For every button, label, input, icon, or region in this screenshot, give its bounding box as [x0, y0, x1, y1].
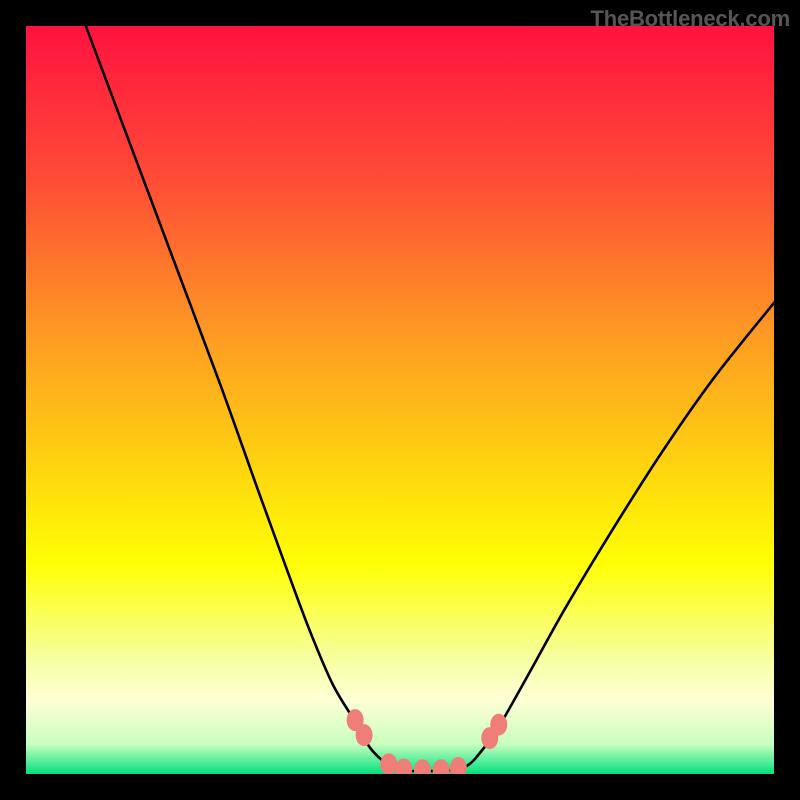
- heat-gradient-background: [26, 26, 774, 774]
- attribution-label: TheBottleneck.com: [590, 6, 790, 32]
- bottleneck-marker: [490, 714, 507, 736]
- bottleneck-marker: [356, 724, 373, 746]
- bottleneck-curve-chart: [26, 26, 774, 774]
- plot-area: [26, 26, 774, 774]
- black-frame: TheBottleneck.com: [0, 0, 800, 800]
